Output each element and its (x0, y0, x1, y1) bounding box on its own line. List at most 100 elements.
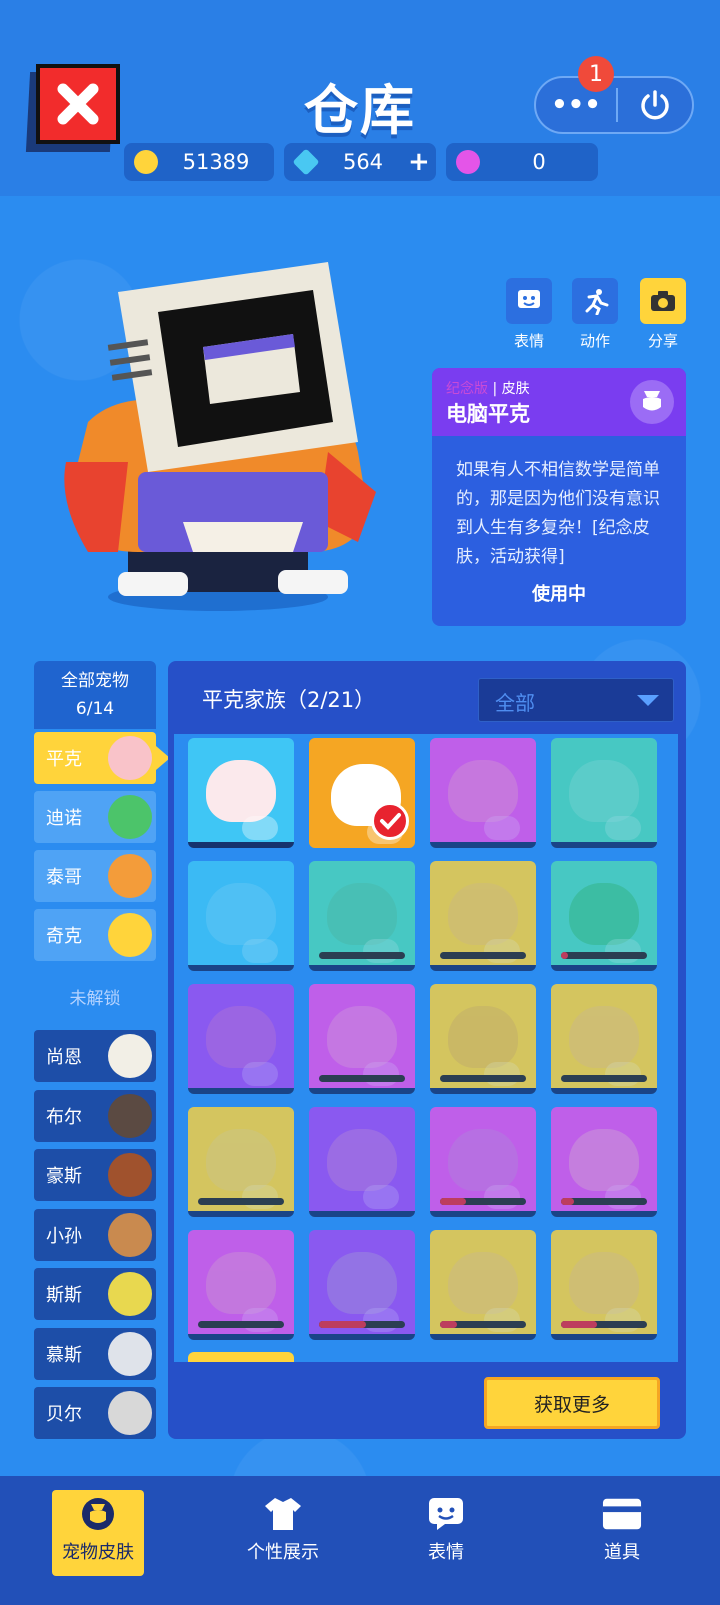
token-icon (456, 150, 480, 174)
action-label: 动作 (579, 332, 610, 350)
tshirt-icon (263, 1496, 303, 1532)
progress-bar (440, 1198, 526, 1205)
power-button[interactable] (618, 78, 692, 132)
pet-item-label: 平克 (46, 749, 82, 770)
emote-button[interactable] (506, 278, 552, 324)
power-icon (641, 90, 669, 120)
skin-tile[interactable] (188, 861, 294, 971)
skin-tile[interactable] (551, 861, 657, 971)
pet-portrait-icon (108, 1034, 152, 1078)
all-pets-header[interactable]: 全部宠物 6/14 (34, 661, 156, 729)
pet-item-label: 豪斯 (46, 1166, 82, 1187)
skin-tile[interactable] (188, 984, 294, 1094)
pet-item-label: 迪诺 (46, 808, 82, 829)
pet-item-label: 布尔 (46, 1106, 82, 1128)
share-label: 分享 (647, 332, 678, 350)
close-icon (36, 64, 120, 144)
skin-tile[interactable] (551, 1230, 657, 1340)
skin-tile[interactable] (430, 1230, 536, 1340)
locked-pet-item[interactable]: 慕斯 (34, 1327, 156, 1380)
token-counter: 0 (446, 143, 598, 181)
progress-bar (319, 952, 405, 959)
skin-tile[interactable] (309, 1107, 415, 1217)
pet-portrait-icon (108, 1272, 152, 1316)
skin-tile[interactable] (309, 738, 415, 848)
pet-item-label: 泰哥 (46, 867, 82, 888)
pig-skin-icon (569, 1129, 641, 1209)
pet-skin-icon (78, 1496, 118, 1532)
progress-bar (561, 1321, 647, 1328)
locked-pet-item[interactable]: 豪斯 (34, 1149, 156, 1201)
skin-tile[interactable] (188, 1107, 294, 1217)
progress-fill (440, 1321, 458, 1328)
progress-fill (440, 1198, 466, 1205)
menu-pill: ••• (534, 76, 694, 134)
pet-item-label: 斯斯 (46, 1285, 82, 1306)
pet-item[interactable]: 奇克 (34, 909, 156, 961)
close-button[interactable] (25, 64, 120, 152)
progress-fill (561, 1198, 574, 1205)
pet-item[interactable]: 迪诺 (34, 791, 156, 843)
pig-skin-icon (206, 1252, 278, 1332)
locked-pet-item[interactable]: 尚恩 (34, 1030, 156, 1082)
nav-showcase[interactable]: 个性展示 (226, 1490, 340, 1576)
skin-tile[interactable] (430, 1107, 536, 1217)
skin-grid[interactable] (174, 734, 678, 1362)
pet-item-label: 尚恩 (46, 1047, 82, 1068)
nav-items[interactable]: 道具 (576, 1490, 668, 1576)
pet-item-label: 小孙 (46, 1225, 82, 1247)
progress-bar (198, 1321, 284, 1328)
pig-skin-icon (569, 1252, 641, 1332)
progress-bar (440, 1321, 526, 1328)
add-diamond-button[interactable]: + (408, 147, 436, 177)
pet-portrait-icon (108, 1331, 152, 1376)
skin-status[interactable]: 使用中 (432, 580, 686, 606)
pet-item-label: 慕斯 (46, 1344, 82, 1366)
pet-item-label: 贝尔 (46, 1404, 82, 1425)
skin-tile[interactable] (309, 1230, 415, 1340)
progress-bar (198, 1198, 284, 1205)
nav-emotes[interactable]: 表情 (400, 1490, 492, 1576)
skin-tile[interactable] (430, 738, 536, 848)
skin-tile[interactable] (309, 861, 415, 971)
coin-icon (134, 150, 158, 174)
progress-bar (440, 952, 526, 959)
locked-pet-item[interactable]: 布尔 (34, 1089, 156, 1142)
skin-tile[interactable] (188, 1230, 294, 1340)
locked-pet-item[interactable]: 小孙 (34, 1208, 156, 1261)
skin-tile[interactable] (551, 1107, 657, 1217)
pig-skin-icon (327, 1006, 399, 1086)
skin-tile[interactable] (188, 738, 294, 848)
skin-info-card: 纪念版 | 皮肤 电脑平克 如果有人不相信数学是简单的，那是因为他们没有意识到人… (432, 368, 686, 626)
locked-section-label: 未解锁 (69, 989, 121, 1009)
pet-item[interactable]: 平克 (34, 732, 156, 784)
locked-pet-item[interactable]: 斯斯 (34, 1268, 156, 1320)
progress-bar (319, 1321, 405, 1328)
page-title: 仓库 (304, 79, 416, 142)
filter-dropdown[interactable]: 全部 (478, 678, 674, 722)
pig-skin-icon (327, 1252, 399, 1332)
skin-tile[interactable] (188, 1352, 294, 1362)
action-button[interactable] (572, 278, 618, 324)
skin-tile[interactable] (551, 738, 657, 848)
diamond-counter: 564 + (284, 143, 436, 181)
pet-item[interactable]: 泰哥 (34, 850, 156, 902)
get-more-button[interactable]: 获取更多 (484, 1377, 660, 1429)
skin-tile[interactable] (430, 984, 536, 1094)
nav-pet-skin[interactable]: 宠物皮肤 (52, 1490, 144, 1576)
pig-skin-icon (206, 1006, 278, 1086)
camera-icon (651, 291, 675, 311)
pet-portrait-icon (108, 913, 152, 957)
skin-tile[interactable] (551, 984, 657, 1094)
skin-tile[interactable] (430, 861, 536, 971)
pet-avatar (58, 252, 388, 622)
card-icon (602, 1496, 642, 1532)
skin-tile[interactable] (309, 984, 415, 1094)
share-button[interactable] (640, 278, 686, 324)
pig-skin-icon (448, 1129, 520, 1209)
emoji-icon (518, 290, 540, 308)
pet-portrait-icon (108, 736, 152, 780)
locked-pet-item[interactable]: 贝尔 (34, 1387, 156, 1439)
pet-portrait-icon (108, 1153, 152, 1197)
skin-name: 电脑平克 (446, 402, 530, 426)
